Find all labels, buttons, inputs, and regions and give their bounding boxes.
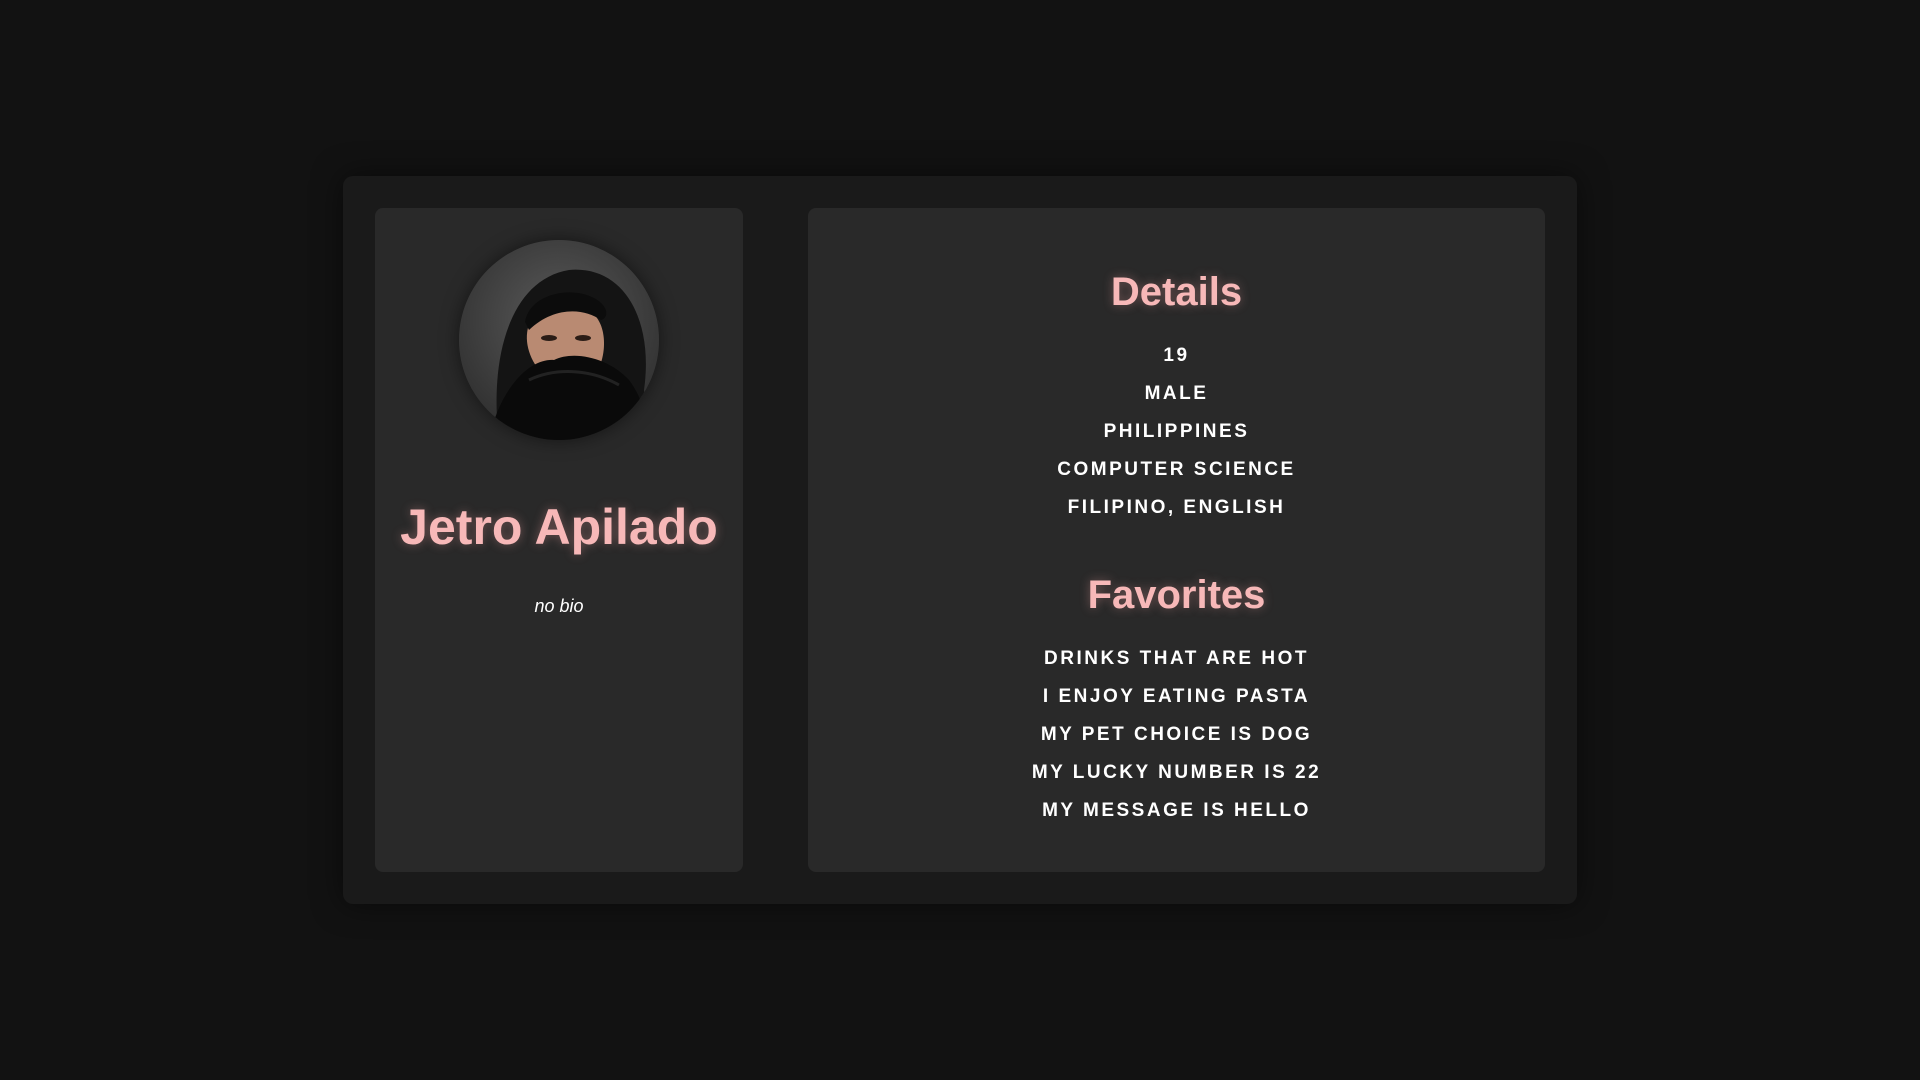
favorites-item-pet: MY PET CHOICE IS DOG [1040, 724, 1313, 745]
favorites-item-number: MY LUCKY NUMBER IS 22 [1031, 762, 1322, 783]
favorites-item-drink: DRINKS THAT ARE HOT [1044, 648, 1309, 669]
details-item-country: PHILIPPINES [1103, 421, 1250, 442]
details-list: 19 MALE PHILIPPINES COMPUTER SCIENCE FIL… [1057, 337, 1295, 527]
favorites-list: DRINKS THAT ARE HOT I ENJOY EATING PASTA… [1032, 640, 1321, 830]
profile-card: Jetro Apilado no bio Details 19 MALE PHI… [343, 176, 1577, 904]
details-item-age: 19 [1163, 345, 1190, 366]
user-photo-icon [459, 240, 659, 440]
details-item-gender: MALE [1144, 383, 1209, 404]
details-item-course: COMPUTER SCIENCE [1057, 459, 1296, 480]
profile-panel: Jetro Apilado no bio [375, 208, 743, 872]
details-title: Details [1110, 270, 1243, 314]
favorites-item-message: MY MESSAGE IS HELLO [1042, 800, 1311, 821]
avatar [459, 240, 659, 440]
favorites-item-food: I ENJOY EATING PASTA [1042, 686, 1311, 707]
details-panel: Details 19 MALE PHILIPPINES COMPUTER SCI… [808, 208, 1545, 872]
details-item-languages: FILIPINO, ENGLISH [1067, 497, 1286, 518]
profile-name: Jetro Apilado [400, 499, 718, 555]
profile-bio: no bio [534, 596, 584, 616]
favorites-title: Favorites [1087, 573, 1266, 617]
